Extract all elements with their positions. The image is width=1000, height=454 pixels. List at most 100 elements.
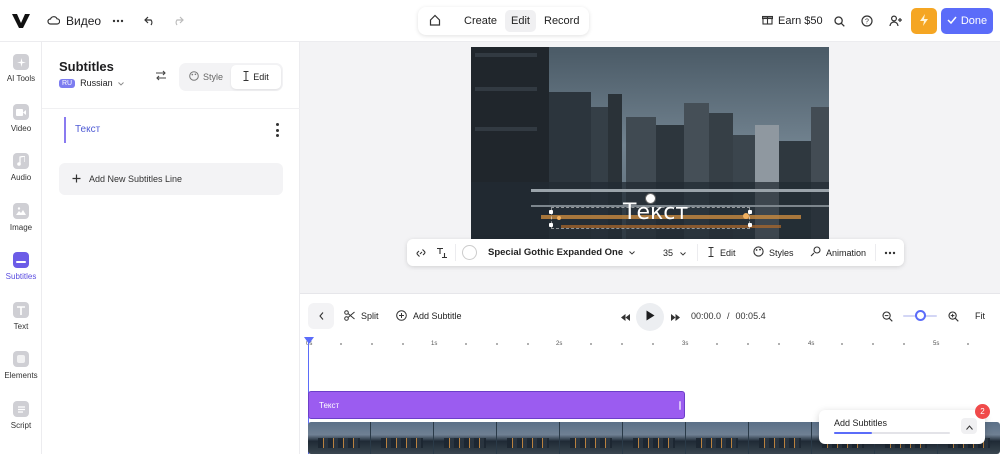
time-separator: / bbox=[727, 311, 730, 321]
font-size-dropdown[interactable]: 35 bbox=[663, 239, 686, 266]
tab-edit-label: Edit bbox=[253, 72, 269, 82]
tick-label: 2s bbox=[556, 341, 563, 347]
subtitles-icon bbox=[13, 252, 29, 268]
subtitle-line[interactable]: Текст bbox=[64, 117, 282, 143]
add-subtitle-label: Add Subtitle bbox=[413, 311, 462, 321]
tab-edit[interactable]: Edit bbox=[231, 65, 281, 89]
swap-language-icon[interactable] bbox=[155, 70, 167, 84]
chevron-left-icon bbox=[318, 309, 324, 323]
zoom-slider-handle[interactable] bbox=[915, 310, 926, 321]
animation-button[interactable]: Animation bbox=[810, 239, 866, 266]
app-logo[interactable] bbox=[11, 11, 31, 31]
link-icon[interactable] bbox=[415, 239, 427, 266]
ruler-dot bbox=[967, 343, 969, 345]
video-frame-thumbnail bbox=[560, 422, 623, 454]
video-frame-thumbnail bbox=[749, 422, 812, 454]
project-name: Видео bbox=[66, 14, 102, 28]
earn-button[interactable]: Earn $50 bbox=[761, 14, 823, 28]
edit-text-button[interactable]: Edit bbox=[708, 239, 736, 266]
more-vertical-icon[interactable] bbox=[272, 123, 282, 137]
home-button[interactable] bbox=[422, 10, 448, 32]
zoom-out-icon[interactable] bbox=[876, 305, 898, 327]
rail-item-video[interactable]: Video bbox=[0, 104, 42, 148]
done-button[interactable]: Done bbox=[941, 8, 993, 34]
tab-style[interactable]: Style bbox=[181, 65, 231, 89]
toast-progress-fill bbox=[834, 432, 873, 434]
add-subtitle-line-button[interactable]: Add New Subtitles Line bbox=[59, 163, 283, 195]
skip-back-icon[interactable] bbox=[614, 306, 636, 328]
subtitle-clip[interactable]: Текст bbox=[308, 391, 685, 419]
skip-forward-icon[interactable] bbox=[664, 306, 686, 328]
more-horizontal-icon[interactable] bbox=[107, 10, 129, 32]
styles-label: Styles bbox=[769, 247, 794, 258]
preview-subtitle-text[interactable]: Текст bbox=[623, 200, 688, 225]
toast-label: Add Subtitles bbox=[834, 418, 888, 428]
rail-label: Video bbox=[10, 124, 32, 133]
svg-text:?: ? bbox=[865, 19, 869, 26]
more-horizontal-icon[interactable] bbox=[884, 239, 896, 266]
rail-label: Text bbox=[13, 322, 29, 331]
video-frame-thumbnail bbox=[497, 422, 560, 454]
ruler-dot bbox=[747, 343, 749, 345]
total-time: 00:05.4 bbox=[735, 311, 766, 321]
done-label: Done bbox=[960, 15, 988, 27]
video-frame-thumbnail bbox=[623, 422, 686, 454]
resize-handle[interactable] bbox=[748, 223, 752, 227]
zoom-in-icon[interactable] bbox=[942, 305, 964, 327]
rail-item-audio[interactable]: Audio bbox=[0, 153, 42, 197]
language-code-badge: RU bbox=[59, 78, 76, 88]
font-size-value: 35 bbox=[663, 247, 674, 258]
mode-record[interactable]: Record bbox=[538, 10, 585, 32]
rail-item-text[interactable]: Text bbox=[0, 302, 42, 346]
text-cursor-icon bbox=[708, 246, 714, 259]
elements-icon bbox=[13, 351, 29, 367]
divider bbox=[697, 244, 698, 261]
help-icon[interactable]: ? bbox=[856, 10, 878, 32]
ruler-dot bbox=[465, 343, 467, 345]
rail-label: Subtitles bbox=[5, 272, 37, 281]
split-button[interactable]: Split bbox=[344, 303, 379, 329]
palette-icon bbox=[189, 71, 199, 83]
play-button[interactable] bbox=[636, 303, 664, 331]
upgrade-button[interactable] bbox=[911, 8, 937, 34]
undo-icon[interactable] bbox=[139, 10, 161, 32]
divider bbox=[455, 244, 456, 261]
subtitle-line-text[interactable]: Текст bbox=[75, 124, 100, 135]
rail-item-script[interactable]: Script bbox=[0, 401, 42, 445]
clip-resize-handle[interactable] bbox=[679, 401, 681, 410]
expand-toast-button[interactable] bbox=[961, 418, 977, 434]
language-selector[interactable]: RU Russian bbox=[59, 78, 124, 88]
palette-icon bbox=[753, 246, 764, 259]
color-swatch[interactable] bbox=[462, 239, 477, 266]
rail-item-elements[interactable]: Elements bbox=[0, 351, 42, 395]
ruler-dot bbox=[590, 343, 592, 345]
split-label: Split bbox=[361, 311, 379, 321]
task-progress-toast[interactable]: Add Subtitles bbox=[819, 410, 985, 444]
font-family-dropdown[interactable]: Special Gothic Expanded One bbox=[488, 239, 635, 266]
rail-item-subtitles[interactable]: Subtitles bbox=[0, 252, 42, 296]
mode-create[interactable]: Create bbox=[458, 10, 503, 32]
collapse-timeline-button[interactable] bbox=[308, 303, 334, 329]
mode-edit[interactable]: Edit bbox=[505, 10, 536, 32]
tick-label: 5s bbox=[933, 341, 940, 347]
text-translate-icon[interactable] bbox=[436, 239, 448, 266]
rail-label: Audio bbox=[10, 173, 32, 182]
project-title[interactable]: Видео bbox=[47, 14, 101, 28]
search-icon[interactable] bbox=[828, 10, 850, 32]
rail-item-image[interactable]: Image bbox=[0, 203, 42, 247]
rail-item-ai-tools[interactable]: AI Tools bbox=[0, 54, 42, 98]
video-icon bbox=[13, 104, 29, 120]
scissors-icon bbox=[344, 309, 355, 323]
add-user-icon[interactable] bbox=[884, 10, 906, 32]
styles-button[interactable]: Styles bbox=[753, 239, 794, 266]
playhead-handle[interactable] bbox=[304, 337, 314, 344]
add-subtitle-button[interactable]: Add Subtitle bbox=[396, 303, 462, 329]
sparkle-icon bbox=[13, 54, 29, 70]
resize-handle[interactable] bbox=[748, 210, 752, 214]
fit-button[interactable]: Fit bbox=[975, 303, 985, 329]
resize-handle[interactable] bbox=[549, 210, 553, 214]
subtitle-clip-text: Текст bbox=[319, 400, 340, 410]
resize-handle[interactable] bbox=[549, 223, 553, 227]
redo-icon[interactable] bbox=[167, 10, 189, 32]
ruler-dot bbox=[402, 343, 404, 345]
